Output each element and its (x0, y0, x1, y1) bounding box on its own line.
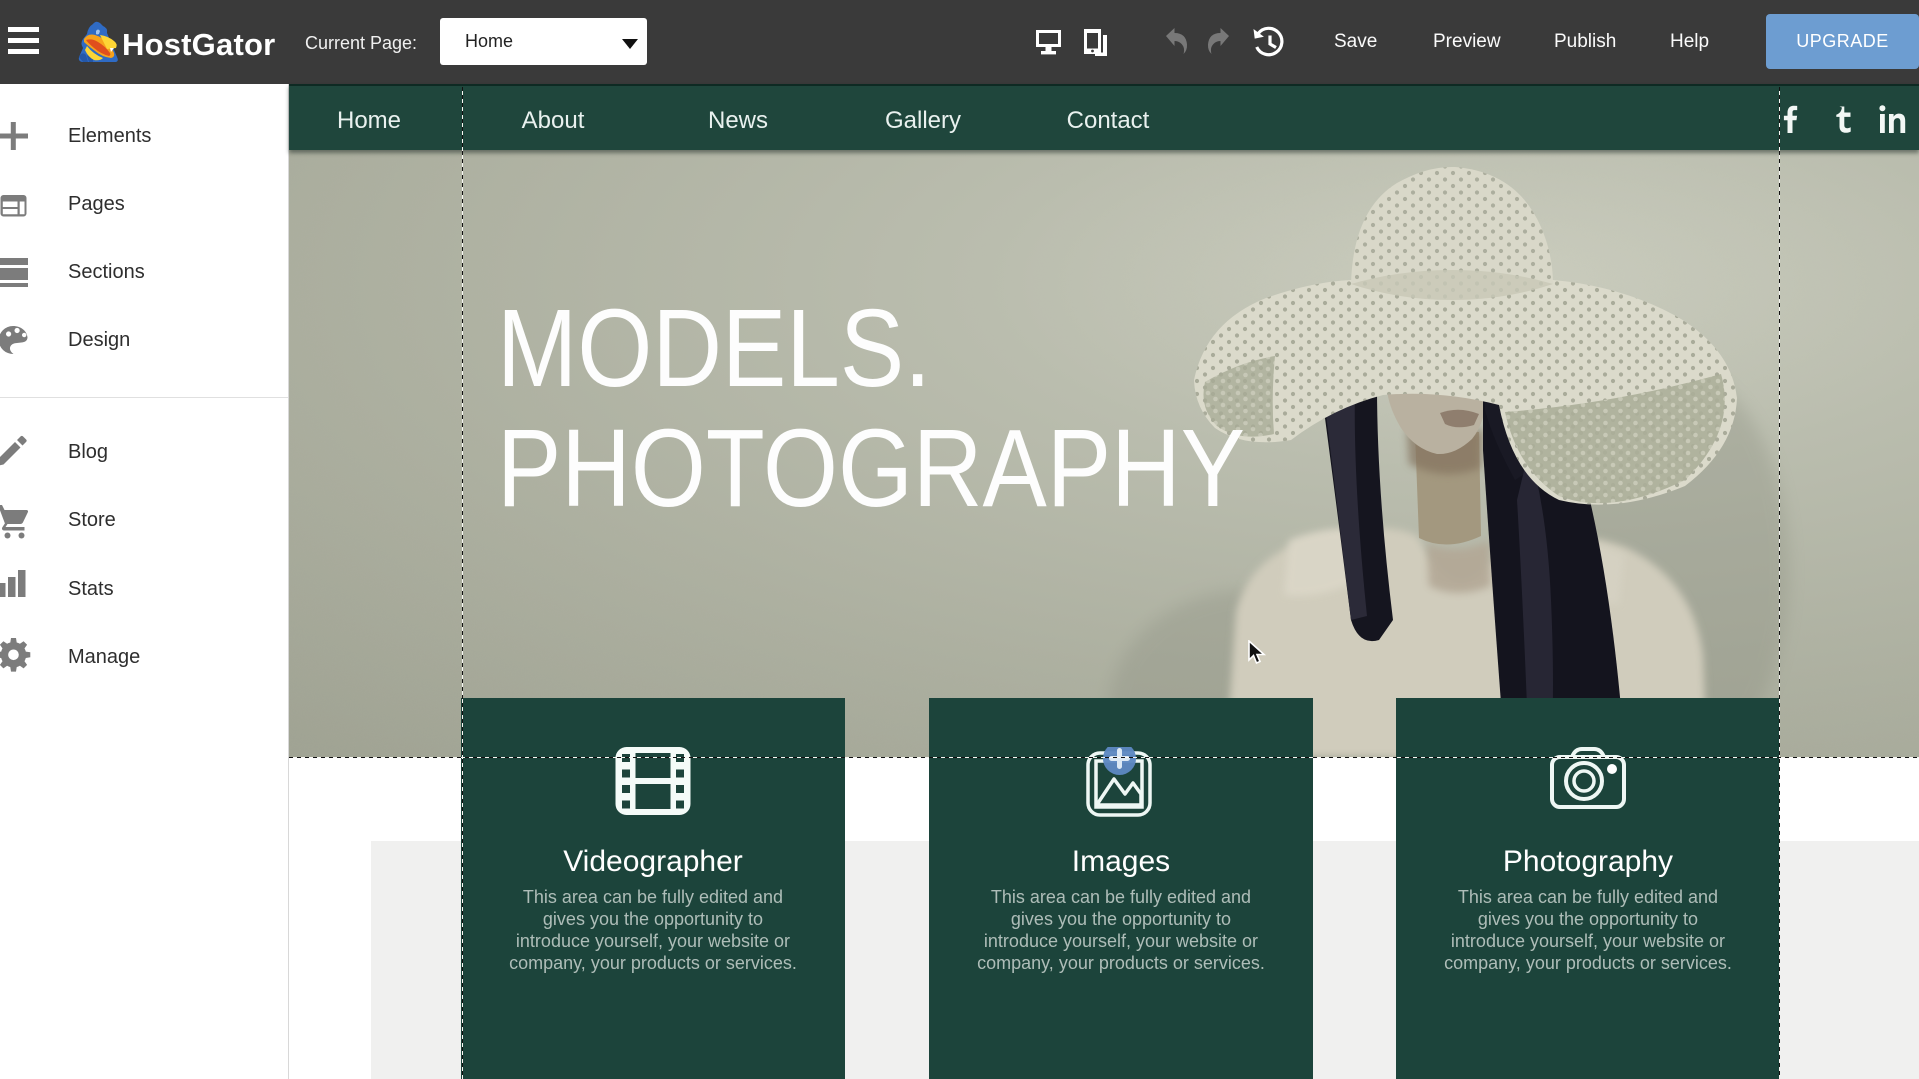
svg-text:PHOTOGRAPHY: PHOTOGRAPHY (497, 407, 1245, 530)
svg-text:MODELS.: MODELS. (497, 287, 931, 410)
